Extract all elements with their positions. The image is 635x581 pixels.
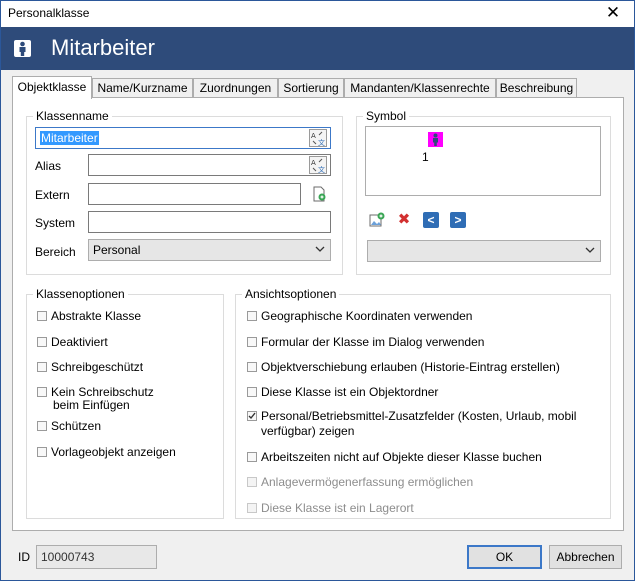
checkbox-label: Arbeitszeiten nicht auf Objekte dieser K… bbox=[261, 450, 542, 464]
checkbox-label: Personal/Betriebsmittel-Zusatzfelder (Ko… bbox=[261, 409, 577, 423]
id-field: 10000743 bbox=[36, 545, 157, 569]
bereich-value: Personal bbox=[93, 243, 141, 257]
checkbox-label: Objektverschiebung erlauben (Historie-Ei… bbox=[261, 360, 560, 374]
symbol-caption: 1 bbox=[422, 150, 429, 164]
checkbox-label: Geographische Koordinaten verwenden bbox=[261, 309, 473, 323]
checkbox[interactable] bbox=[247, 411, 257, 421]
tab-beschreibung[interactable]: Beschreibung bbox=[496, 78, 577, 98]
svg-text:A: A bbox=[311, 132, 316, 140]
checkbox[interactable] bbox=[37, 362, 47, 372]
checkbox[interactable] bbox=[247, 311, 257, 321]
klassenname-legend: Klassenname bbox=[33, 109, 112, 123]
checkbox[interactable] bbox=[247, 387, 257, 397]
title-bar: Personalklasse ✕ bbox=[1, 1, 634, 27]
checkbox-label: Abstrakte Klasse bbox=[51, 309, 142, 323]
checkbox[interactable] bbox=[37, 387, 47, 397]
previous-symbol-button[interactable]: < bbox=[423, 212, 439, 228]
alias-translate-icon[interactable]: A文 bbox=[309, 156, 327, 174]
chevron-down-icon bbox=[315, 246, 325, 252]
translate-icon[interactable]: A文 bbox=[309, 129, 327, 147]
check-mark-icon bbox=[248, 412, 256, 420]
extern-label: Extern bbox=[35, 188, 70, 202]
checkbox-label: Deaktiviert bbox=[51, 335, 108, 349]
dialog-window: Personalklasse ✕ Mitarbeiter Objektklass… bbox=[0, 0, 635, 581]
checkbox bbox=[247, 503, 257, 513]
checkbox-label: Diese Klasse ist ein Lagerort bbox=[261, 501, 414, 515]
close-button[interactable]: ✕ bbox=[598, 2, 628, 26]
checkbox[interactable] bbox=[37, 311, 47, 321]
chevron-down-icon bbox=[585, 247, 595, 253]
system-input[interactable] bbox=[88, 211, 331, 233]
class-name-input[interactable]: Mitarbeiter bbox=[35, 127, 331, 149]
svg-text:A: A bbox=[311, 159, 316, 167]
extern-input[interactable] bbox=[88, 183, 301, 205]
checkbox[interactable] bbox=[247, 452, 257, 462]
svg-text:文: 文 bbox=[318, 138, 325, 146]
ansichtsoptionen-legend: Ansichtsoptionen bbox=[242, 287, 340, 301]
tab-mandanten-klassenrechte[interactable]: Mandanten/Klassenrechte bbox=[344, 78, 496, 98]
symbol-select[interactable] bbox=[367, 240, 601, 262]
checkbox-label: Schützen bbox=[51, 419, 102, 433]
bereich-select[interactable]: Personal bbox=[88, 239, 331, 261]
class-name-value: Mitarbeiter bbox=[40, 131, 99, 145]
class-heading: Mitarbeiter bbox=[51, 35, 155, 60]
header-banner: Mitarbeiter bbox=[1, 27, 634, 70]
symbol-legend: Symbol bbox=[363, 109, 410, 123]
cancel-button[interactable]: Abbrechen bbox=[549, 545, 622, 569]
checkbox-label: Formular der Klasse im Dialog verwenden bbox=[261, 335, 485, 349]
system-label: System bbox=[35, 216, 76, 230]
tab-panel: Klassenname Mitarbeiter A文 Alias A文 Exte… bbox=[12, 97, 624, 531]
open-file-icon[interactable] bbox=[311, 186, 327, 202]
checkbox-label: Anlagevermögenerfassung ermöglichen bbox=[261, 475, 474, 489]
person-symbol-icon bbox=[428, 132, 443, 147]
checkbox-label-line2: verfügbar) zeigen bbox=[261, 424, 355, 438]
alias-input[interactable] bbox=[88, 154, 331, 176]
svg-text:文: 文 bbox=[318, 165, 325, 173]
alias-label: Alias bbox=[35, 159, 62, 173]
bereich-label: Bereich bbox=[35, 245, 76, 259]
checkbox bbox=[247, 477, 257, 487]
ok-button[interactable]: OK bbox=[467, 545, 542, 569]
window-title: Personalklasse bbox=[8, 6, 90, 20]
tab-sortierung[interactable]: Sortierung bbox=[278, 78, 344, 98]
next-symbol-button[interactable]: > bbox=[450, 212, 466, 228]
delete-icon[interactable]: ✖ bbox=[396, 212, 412, 228]
checkbox[interactable] bbox=[37, 421, 47, 431]
checkbox-label: Vorlageobjekt anzeigen bbox=[51, 445, 176, 459]
add-image-icon[interactable] bbox=[369, 212, 385, 228]
id-label: ID bbox=[18, 550, 30, 564]
tab-zuordnungen[interactable]: Zuordnungen bbox=[193, 78, 278, 98]
checkbox-label-line2: beim Einfügen bbox=[53, 398, 130, 412]
tab-name-kurzname[interactable]: Name/Kurzname bbox=[92, 78, 193, 98]
checkbox-label: Schreibgeschützt bbox=[51, 360, 144, 374]
tab-objektklasse[interactable]: Objektklasse bbox=[12, 76, 92, 99]
person-icon bbox=[14, 40, 31, 57]
checkbox[interactable] bbox=[247, 337, 257, 347]
checkbox[interactable] bbox=[37, 447, 47, 457]
checkbox[interactable] bbox=[37, 337, 47, 347]
checkbox[interactable] bbox=[247, 362, 257, 372]
checkbox-label: Diese Klasse ist ein Objektordner bbox=[261, 385, 439, 399]
symbol-preview[interactable]: 1 bbox=[365, 126, 601, 196]
klassenoptionen-legend: Klassenoptionen bbox=[33, 287, 128, 301]
